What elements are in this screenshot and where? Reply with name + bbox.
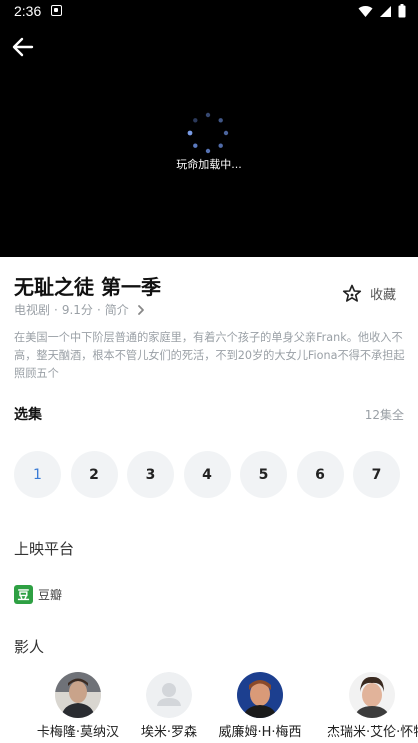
status-time: 2:36 — [14, 3, 42, 19]
episode-button[interactable]: 1 — [14, 451, 61, 498]
cast-name: 卡梅隆·莫纳汉 — [36, 725, 120, 740]
wifi-icon — [358, 5, 373, 17]
show-rating: 9.1分 — [61, 303, 93, 317]
loading-text: 玩命加载中... — [176, 158, 242, 171]
star-icon — [342, 284, 362, 302]
cast-title: 影人 — [14, 638, 45, 656]
episode-button[interactable]: 4 — [183, 451, 231, 498]
episode-button[interactable]: 5 — [240, 451, 287, 498]
battery-icon — [398, 4, 406, 18]
cast-item[interactable]: 杰瑞米·艾伦·怀特 — [327, 672, 418, 740]
signal-icon — [380, 5, 391, 17]
cast-name: 杰瑞米·艾伦·怀特 — [327, 725, 418, 740]
show-meta: 电视剧 · 9.1分 · 简介 — [14, 301, 146, 318]
cast-name: 威廉姆·H·梅西 — [218, 725, 302, 740]
notification-icon — [51, 5, 62, 16]
episode-list: 1 2 3 4 5 6 7 — [14, 451, 400, 498]
cast-item[interactable]: 卡梅隆·莫纳汉 — [33, 672, 123, 740]
meta-separator: · — [96, 302, 101, 317]
cast-item[interactable]: 威廉姆·H·梅西 — [215, 672, 305, 740]
arrow-left-icon — [12, 37, 34, 57]
show-category: 电视剧 — [14, 303, 51, 317]
douban-logo-icon: 豆 — [14, 585, 33, 604]
loading-spinner-icon — [187, 112, 229, 154]
avatar — [349, 672, 395, 718]
platform-name: 豆瓣 — [38, 588, 63, 602]
chevron-right-icon[interactable] — [136, 304, 146, 316]
episodes-title: 选集 — [14, 407, 42, 423]
cast-item[interactable]: 埃米·罗森 — [124, 672, 214, 740]
episode-button[interactable]: 2 — [70, 451, 118, 498]
collect-button[interactable]: 收藏 — [342, 284, 396, 303]
show-description: 在美国一个中下阶层普通的家庭里，有着六个孩子的单身父亲Frank。他收入不高，整… — [14, 331, 405, 380]
avatar — [237, 672, 283, 718]
platform-item-douban[interactable]: 豆 豆瓣 — [14, 585, 62, 604]
intro-link[interactable]: 简介 — [105, 301, 129, 318]
status-bar: 2:36 — [0, 0, 418, 24]
avatar-placeholder-icon — [146, 672, 192, 718]
back-button[interactable] — [10, 34, 36, 60]
episode-button[interactable]: 3 — [127, 451, 174, 498]
platforms-title: 上映平台 — [14, 540, 75, 558]
video-player[interactable]: 玩命加载中... — [0, 24, 418, 257]
meta-separator: · — [54, 302, 58, 317]
cast-list: 卡梅隆·莫纳汉 埃米·罗森 威廉姆·H·梅西 杰瑞米·艾伦·怀特 — [0, 672, 418, 743]
avatar — [55, 672, 101, 718]
show-title: 无耻之徒 第一季 — [14, 275, 161, 299]
collect-label: 收藏 — [369, 288, 396, 303]
cast-name: 埃米·罗森 — [140, 725, 198, 740]
episode-button[interactable]: 6 — [296, 451, 344, 498]
episode-button[interactable]: 7 — [353, 451, 400, 498]
status-icons — [358, 4, 406, 18]
episodes-count[interactable]: 12集全 — [365, 406, 404, 423]
